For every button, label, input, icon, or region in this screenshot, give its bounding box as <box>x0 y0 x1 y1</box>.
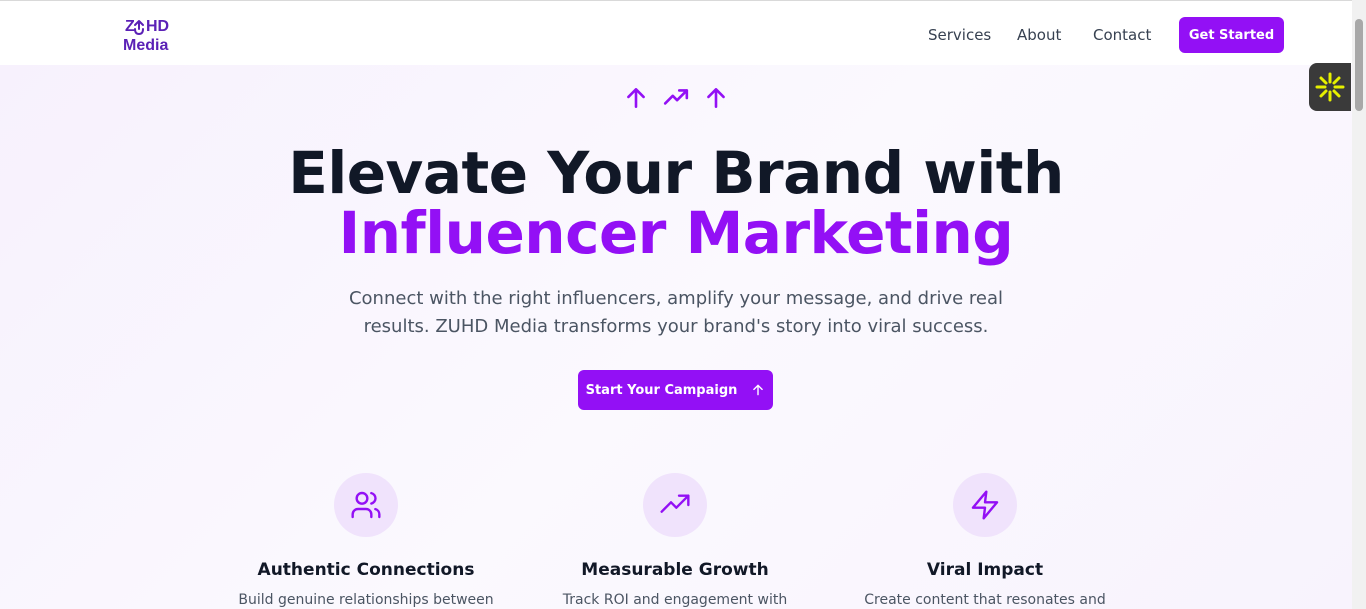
logo[interactable]: Z HD Media <box>123 18 183 58</box>
trending-up-icon <box>660 494 690 513</box>
feature-description: Track ROI and engagement with <box>562 592 788 608</box>
start-campaign-button[interactable]: Start Your Campaign <box>578 370 773 410</box>
side-assistant-widget[interactable] <box>1309 63 1351 111</box>
nav-link-services[interactable]: Services <box>928 25 991 45</box>
sparkle-icon <box>1315 72 1345 102</box>
feature-title: Viral Impact <box>926 560 1044 580</box>
arrow-up-icon <box>753 384 764 396</box>
feature-icon-circle <box>334 473 398 537</box>
feature-icon-circle <box>643 473 707 537</box>
logo-line2: Media <box>123 37 169 54</box>
hero-icon-row <box>621 85 731 113</box>
feature-card-measurable-growth: Measurable Growth Track ROI and engageme… <box>520 473 830 609</box>
logo-line1: Z HD <box>125 18 169 36</box>
logo-letters-hd: HD <box>146 18 170 35</box>
hero-headline-line2: Influencer Marketing <box>338 199 1014 267</box>
feature-title: Authentic Connections <box>257 560 475 580</box>
nav-link-about[interactable]: About <box>1017 25 1061 45</box>
feature-card-authentic-connections: Authentic Connections Build genuine rela… <box>211 473 521 609</box>
top-navbar: Z HD Media Services About Contact Get Sta… <box>0 1 1352 65</box>
trending-up-icon <box>663 89 689 105</box>
feature-description: Build genuine relationships between <box>238 592 494 608</box>
get-started-button[interactable]: Get Started <box>1179 17 1284 53</box>
start-campaign-label: Start Your Campaign <box>585 382 738 398</box>
nav-link-contact[interactable]: Contact <box>1093 25 1151 45</box>
arrow-up-icon <box>627 88 645 108</box>
scrollbar-thumb[interactable] <box>1355 19 1363 111</box>
logo-arrow-icon <box>134 20 144 35</box>
feature-icon-circle <box>953 473 1017 537</box>
feature-description: Create content that resonates and <box>864 592 1106 608</box>
hero-headline-line1: Elevate Your Brand with <box>288 139 1064 207</box>
feature-title: Measurable Growth <box>581 560 769 580</box>
hero-subtitle: Connect with the right influencers, ampl… <box>348 288 1004 337</box>
users-icon <box>351 491 381 519</box>
arrow-up-icon <box>707 88 725 108</box>
feature-card-viral-impact: Viral Impact Create content that resonat… <box>830 473 1140 609</box>
zap-icon <box>971 490 999 520</box>
